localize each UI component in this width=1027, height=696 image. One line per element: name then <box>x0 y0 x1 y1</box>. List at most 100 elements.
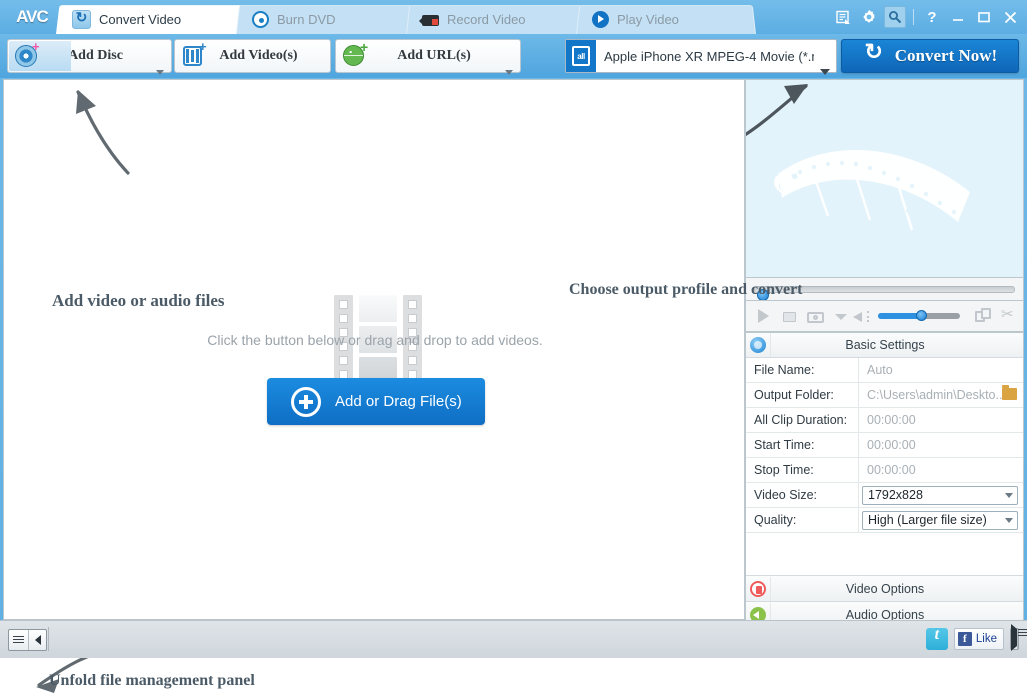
add-or-drag-files-label: Add or Drag File(s) <box>335 393 462 410</box>
refresh-icon <box>863 39 885 67</box>
task-list-button[interactable] <box>832 6 854 28</box>
tab-record-video[interactable]: Record Video <box>406 4 586 34</box>
add-urls-label: Add URL(s) <box>397 48 471 63</box>
settings-gear-button[interactable] <box>858 6 880 28</box>
start-time-value[interactable]: 00:00:00 <box>859 433 1023 457</box>
expand-right-icon[interactable] <box>1011 624 1018 651</box>
video-options-section[interactable]: Video Options <box>746 575 1023 601</box>
output-folder-value[interactable]: C:\Users\admin\Deskto... <box>859 383 1023 407</box>
tab-label: Convert Video <box>99 11 182 27</box>
panel-view-toggle[interactable] <box>1010 624 1019 651</box>
row-label: All Clip Duration: <box>746 408 859 432</box>
stop-time-value[interactable]: 00:00:00 <box>859 458 1023 482</box>
row-label: Quality: <box>746 508 859 532</box>
minimize-icon <box>953 19 963 21</box>
menu-icon[interactable] <box>9 630 29 650</box>
row-label: Stop Time: <box>746 458 859 482</box>
crop-button-icon[interactable] <box>1000 305 1019 326</box>
tab-convert-video[interactable]: Convert Video <box>56 4 246 34</box>
right-column: Basic Settings File Name: Auto Output Fo… <box>745 79 1024 627</box>
facebook-like-button[interactable]: f Like <box>953 628 1004 650</box>
stop-button-icon[interactable] <box>780 307 799 326</box>
list-icon <box>835 10 850 24</box>
convert-now-button[interactable]: Convert Now! <box>841 39 1019 73</box>
volume-thumb[interactable] <box>915 310 927 321</box>
settings-row-file-name: File Name: Auto <box>746 358 1023 383</box>
volume-fill <box>878 313 921 319</box>
quality-cell: High (Larger file size) <box>859 508 1023 532</box>
maximize-button[interactable] <box>973 6 995 28</box>
chevron-down-icon <box>1005 517 1013 523</box>
output-profile-selector[interactable]: all Apple iPhone XR MPEG-4 Movie (*.m... <box>565 39 837 75</box>
camcorder-icon <box>419 15 439 26</box>
video-size-select[interactable]: 1792x828 <box>862 485 1018 505</box>
settings-row-video-size: Video Size: 1792x828 <box>746 483 1023 508</box>
hint-unfold-panel: Unfold file management panel <box>49 672 255 689</box>
main-content: Add video or audio files Click the butto… <box>3 79 1024 693</box>
chevron-down-icon[interactable] <box>832 307 847 326</box>
disc-icon <box>252 10 269 28</box>
all-clip-duration-value[interactable]: 00:00:00 <box>859 408 1023 432</box>
settings-row-output-folder: Output Folder: C:\Users\admin\Deskto... <box>746 383 1023 408</box>
video-options-label: Video Options <box>845 581 925 596</box>
main-toolbar: + Add Disc + Add Video(s) + Add URL(s) a… <box>0 34 1027 78</box>
output-profile-value: Apple iPhone XR MPEG-4 Movie (*.m... <box>604 48 814 64</box>
settings-row-quality: Quality: High (Larger file size) <box>746 508 1023 533</box>
close-icon <box>1004 11 1016 23</box>
title-bar: AVC Convert Video Burn DVD <box>0 0 1027 34</box>
plus-circle-icon <box>291 386 321 417</box>
gear-icon <box>863 10 875 23</box>
divider <box>913 9 914 25</box>
hint-choose-profile: Choose output profile and convert <box>569 281 803 298</box>
settings-row-all-clip-duration: All Clip Duration: 00:00:00 <box>746 408 1023 433</box>
settings-empty-area <box>746 533 1023 575</box>
collapse-left-icon[interactable] <box>29 630 46 650</box>
facebook-icon: f <box>957 632 972 646</box>
close-button[interactable] <box>999 6 1021 28</box>
profile-icon-text: all <box>577 51 585 61</box>
add-videos-button[interactable]: + Add Video(s) <box>174 39 331 73</box>
snapshot-button-icon[interactable] <box>806 307 825 326</box>
convert-icon <box>72 9 91 29</box>
volume-icon[interactable] <box>852 307 871 326</box>
clone-button-icon[interactable] <box>974 307 993 326</box>
video-size-value: 1792x828 <box>868 488 923 502</box>
output-folder-text: C:\Users\admin\Deskto... <box>867 388 1006 402</box>
tab-burn-dvd[interactable]: Burn DVD <box>236 4 416 34</box>
volume-slider[interactable] <box>878 310 960 321</box>
globe-plus-icon: + <box>340 40 370 71</box>
app-logo: AVC <box>16 7 49 26</box>
facebook-like-label: Like <box>975 633 997 645</box>
maximize-icon <box>978 12 990 23</box>
tab-label: Burn DVD <box>277 11 336 27</box>
preview-panel[interactable] <box>745 79 1024 278</box>
folder-icon[interactable] <box>1002 385 1017 400</box>
file-name-value[interactable]: Auto <box>859 358 1023 382</box>
row-label: Video Size: <box>746 483 859 507</box>
add-urls-button[interactable]: + Add URL(s) <box>335 39 521 75</box>
quality-select[interactable]: High (Larger file size) <box>862 510 1018 530</box>
basic-settings-panel: Basic Settings File Name: Auto Output Fo… <box>745 332 1024 627</box>
video-options-icon <box>746 576 771 601</box>
social-links: f Like <box>925 624 1019 651</box>
file-panel-toggle-button[interactable] <box>8 629 47 651</box>
basic-settings-header[interactable]: Basic Settings <box>746 333 1023 358</box>
search-button[interactable] <box>884 6 906 28</box>
add-disc-button[interactable]: + Add Disc <box>7 39 172 75</box>
add-or-drag-files-button[interactable]: Add or Drag File(s) <box>267 378 485 425</box>
quality-value: High (Larger file size) <box>868 513 987 527</box>
hint-add-files: Add video or audio files <box>52 291 225 310</box>
play-button-icon[interactable] <box>754 307 773 326</box>
help-button[interactable]: ? <box>921 6 943 28</box>
annotation-arrow-add <box>76 90 130 175</box>
settings-row-stop-time: Stop Time: 00:00:00 <box>746 458 1023 483</box>
settings-globe-icon <box>746 333 771 357</box>
minimize-button[interactable] <box>947 6 969 28</box>
player-controls <box>745 300 1024 332</box>
chevron-down-icon <box>1005 492 1013 498</box>
file-list-pane[interactable]: Add video or audio files Click the butto… <box>3 79 745 693</box>
twitter-icon[interactable] <box>925 626 948 650</box>
tab-play-video[interactable]: Play Video <box>576 4 756 34</box>
film-plus-icon: + <box>179 40 209 71</box>
tab-label: Play Video <box>617 11 679 27</box>
